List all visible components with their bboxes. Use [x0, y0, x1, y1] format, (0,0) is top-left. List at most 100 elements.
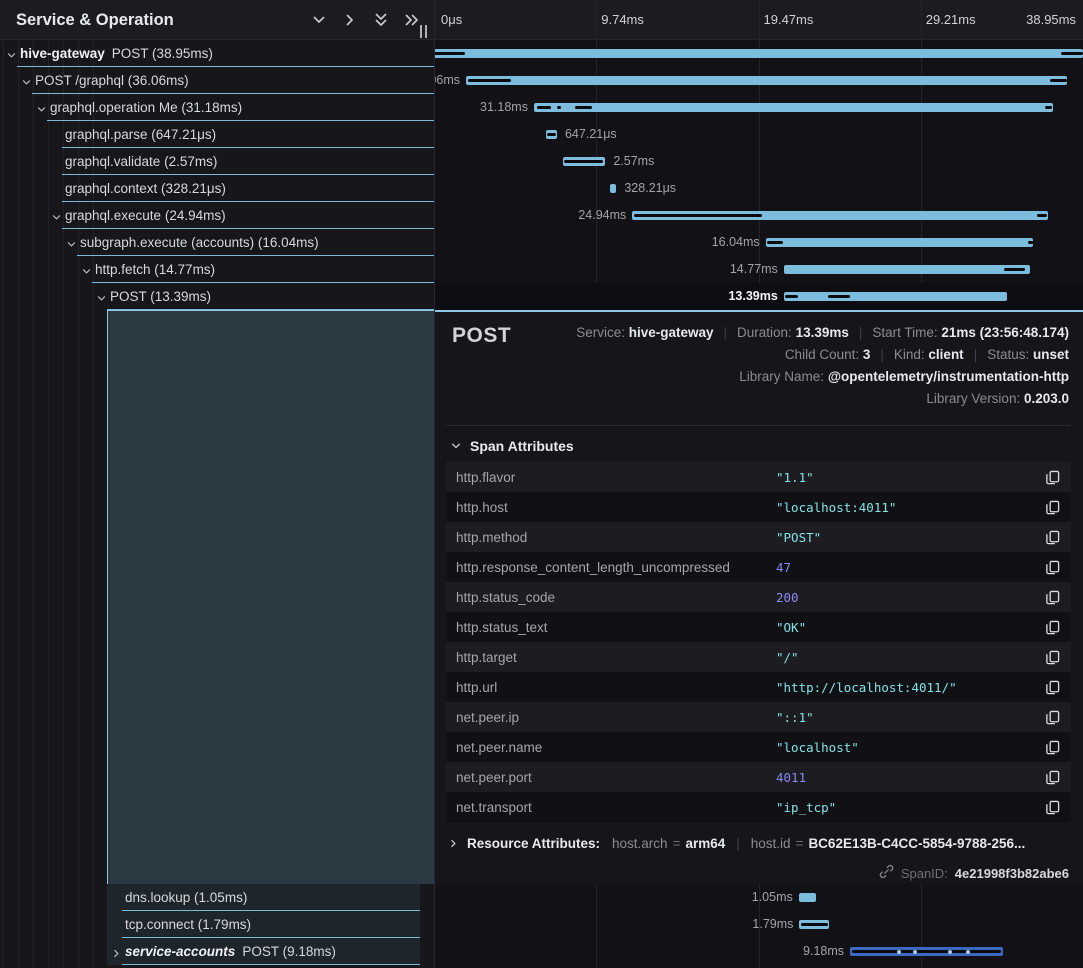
timeline-row[interactable]: 13.39ms — [434, 283, 1083, 310]
span-name: POST (13.39ms) — [110, 283, 211, 310]
duration-label: 36.06ms — [434, 67, 460, 94]
panel-resize-handle[interactable] — [420, 25, 430, 38]
timeline-row[interactable]: 9.18ms — [434, 938, 1083, 965]
resource-attributes-row[interactable]: Resource Attributes:host.arch=arm64|host… — [448, 836, 1025, 851]
attribute-key: http.url — [446, 680, 776, 695]
tree-row[interactable]: dns.lookup (1.05ms) — [0, 884, 434, 911]
tree-row[interactable]: graphql.operation Me (31.18ms) — [0, 94, 434, 121]
timeline-row[interactable] — [434, 40, 1083, 67]
chevron-down-icon[interactable] — [21, 75, 32, 93]
attribute-value: "1.1" — [776, 470, 1033, 485]
meta-value: client — [928, 347, 963, 362]
timeline-row[interactable]: 14.77ms — [434, 256, 1083, 283]
detail-meta-line: Library Name: @opentelemetry/instrumenta… — [576, 366, 1069, 388]
copy-icon[interactable] — [1033, 770, 1071, 785]
meta-label: Status: — [987, 347, 1033, 362]
copy-icon[interactable] — [1033, 560, 1071, 575]
timeline-row[interactable]: 328.21μs — [434, 175, 1083, 202]
meta-label: Service: — [576, 325, 629, 340]
child-marker-dot — [948, 950, 952, 954]
tree-row[interactable]: http.fetch (14.77ms) — [0, 256, 434, 283]
timeline-row[interactable]: 16.04ms — [434, 229, 1083, 256]
meta-label: Library Name: — [739, 369, 828, 384]
span-bar[interactable] — [784, 292, 1007, 301]
copy-icon[interactable] — [1033, 590, 1071, 605]
chevron-right-icon[interactable] — [111, 946, 122, 964]
chevron-down-icon[interactable] — [51, 210, 62, 228]
attribute-row: net.peer.ip"::1" — [446, 702, 1071, 732]
resource-key: host.id — [751, 836, 791, 851]
duration-label: 14.77ms — [730, 256, 778, 283]
chevron-down-icon[interactable] — [311, 12, 327, 28]
span-bar[interactable] — [799, 893, 817, 902]
chevron-right-icon[interactable] — [342, 12, 358, 28]
chevron-down-icon[interactable] — [66, 237, 77, 255]
tree-row[interactable]: graphql.validate (2.57ms) — [0, 148, 434, 175]
copy-icon[interactable] — [1033, 710, 1071, 725]
span-bar[interactable] — [610, 184, 616, 193]
timeline-tick-label: 19.47ms — [764, 0, 814, 40]
operation-name: http.fetch (14.77ms) — [95, 262, 215, 277]
attribute-row: http.flavor"1.1" — [446, 462, 1071, 492]
span-bar[interactable] — [434, 49, 1083, 58]
copy-icon[interactable] — [1033, 620, 1071, 635]
attribute-key: http.response_content_length_uncompresse… — [446, 560, 776, 575]
span-bar[interactable] — [766, 238, 1033, 247]
tree-row[interactable]: tcp.connect (1.79ms) — [0, 911, 434, 938]
tree-row[interactable]: service-accountsPOST (9.18ms) — [0, 938, 434, 965]
timeline-row[interactable]: 1.05ms — [434, 884, 1083, 911]
trace-viewer: Service & Operation 0μs9.74ms19.47ms29.2… — [0, 0, 1083, 968]
timeline-row[interactable]: 2.57ms — [434, 148, 1083, 175]
copy-icon[interactable] — [1033, 650, 1071, 665]
operation-name: subgraph.execute (accounts) (16.04ms) — [80, 235, 319, 250]
span-id-value: 4e21998f3b82abe6 — [955, 866, 1069, 881]
attribute-value: "/" — [776, 650, 1033, 665]
panel-divider — [434, 0, 435, 968]
operation-name: POST (13.39ms) — [110, 289, 211, 304]
link-icon[interactable] — [879, 864, 894, 882]
child-marker-dot — [966, 950, 970, 954]
operation-name: POST (38.95ms) — [112, 46, 213, 61]
timeline-row[interactable]: 647.21μs — [434, 121, 1083, 148]
duration-label: 2.57ms — [613, 148, 654, 175]
duration-label: 24.94ms — [578, 202, 626, 229]
tree-row[interactable]: graphql.parse (647.21μs) — [0, 121, 434, 148]
timeline-row[interactable]: 24.94ms — [434, 202, 1083, 229]
span-bar[interactable] — [784, 265, 1030, 274]
attribute-row: http.method"POST" — [446, 522, 1071, 552]
tree-row[interactable]: POST /graphql (36.06ms) — [0, 67, 434, 94]
double-chevron-down-icon[interactable] — [373, 12, 389, 28]
timeline-row[interactable]: 36.06ms — [434, 67, 1083, 94]
tree-row[interactable]: graphql.execute (24.94ms) — [0, 202, 434, 229]
timeline-row[interactable]: 31.18ms — [434, 94, 1083, 121]
copy-icon[interactable] — [1033, 530, 1071, 545]
attribute-value: "::1" — [776, 710, 1033, 725]
copy-icon[interactable] — [1033, 500, 1071, 515]
chevron-down-icon[interactable] — [36, 102, 47, 120]
attribute-value: "ip_tcp" — [776, 800, 1033, 815]
span-name: graphql.validate (2.57ms) — [65, 148, 217, 175]
span-bar[interactable] — [466, 76, 1067, 85]
copy-icon[interactable] — [1033, 680, 1071, 695]
chevron-down-icon[interactable] — [6, 48, 17, 66]
timeline-row[interactable]: 1.79ms — [434, 911, 1083, 938]
chevron-down-icon[interactable] — [96, 291, 107, 309]
span-name: dns.lookup (1.05ms) — [125, 884, 247, 911]
span-attributes-header[interactable]: Span Attributes — [450, 438, 574, 454]
copy-icon[interactable] — [1033, 470, 1071, 485]
copy-icon[interactable] — [1033, 800, 1071, 815]
detail-meta-line: Child Count: 3|Kind: client|Status: unse… — [576, 344, 1069, 366]
operation-name: tcp.connect (1.79ms) — [125, 917, 251, 932]
tree-row[interactable]: POST (13.39ms) — [0, 283, 434, 310]
tree-row[interactable]: subgraph.execute (accounts) (16.04ms) — [0, 229, 434, 256]
span-name: graphql.context (328.21μs) — [65, 175, 226, 202]
tree-row[interactable]: graphql.context (328.21μs) — [0, 175, 434, 202]
tree-row[interactable]: hive-gatewayPOST (38.95ms) — [0, 40, 434, 67]
span-bar[interactable] — [534, 103, 1053, 112]
double-chevron-right-icon[interactable] — [404, 12, 420, 28]
copy-icon[interactable] — [1033, 740, 1071, 755]
chevron-down-icon[interactable] — [81, 264, 92, 282]
meta-label: Library Version: — [926, 391, 1024, 406]
timeline-tick-label: 29.21ms — [926, 0, 976, 40]
attribute-value: "http://localhost:4011/" — [776, 680, 1033, 695]
